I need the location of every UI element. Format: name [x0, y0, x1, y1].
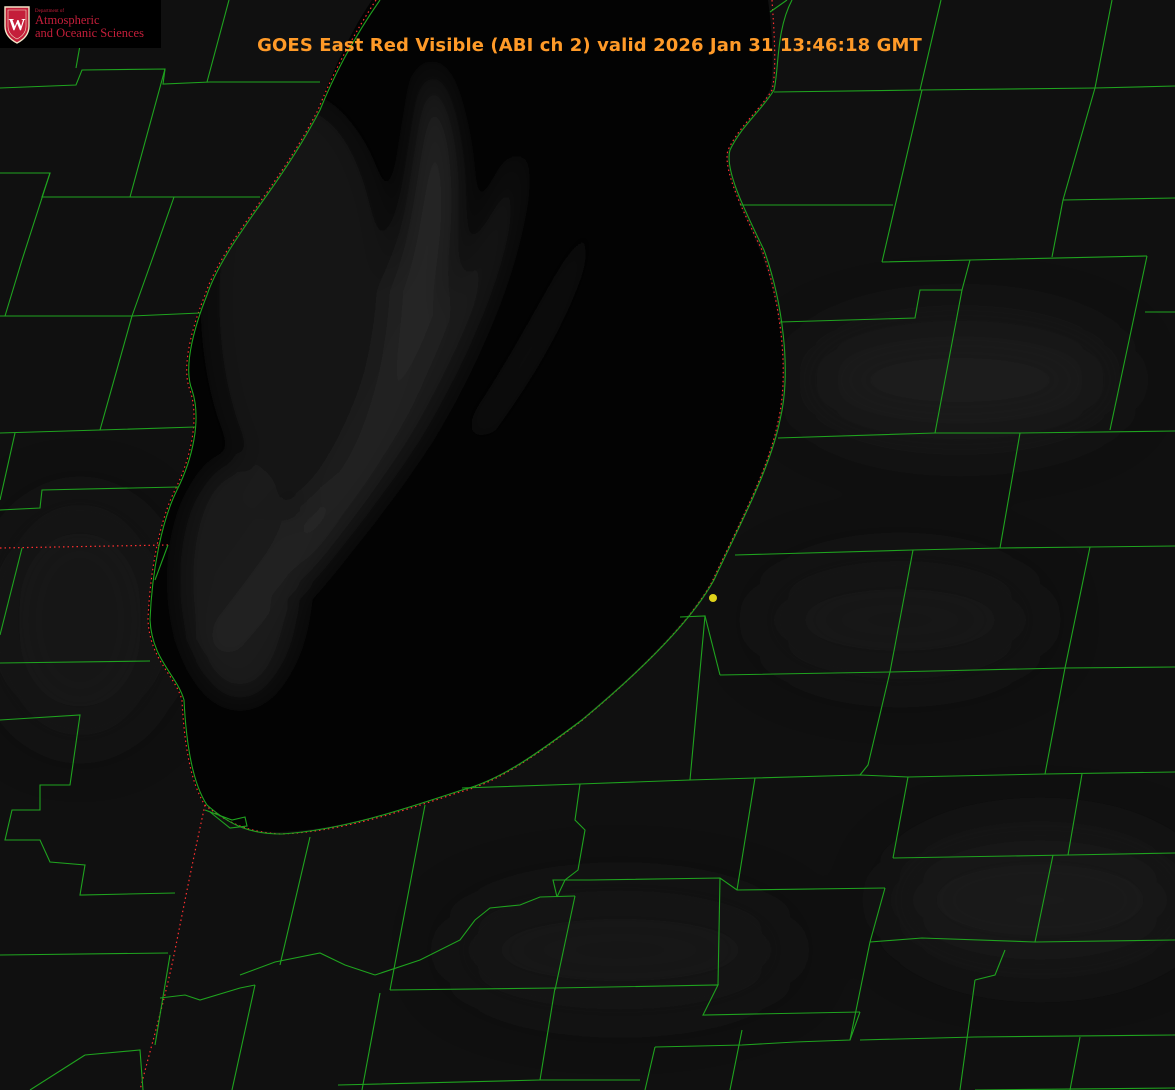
satellite-map[interactable]: W Department of Atmospheric and Oceanic …	[0, 0, 1175, 1090]
map-title: GOES East Red Visible (ABI ch 2) valid 2…	[257, 35, 922, 56]
station-marker[interactable]	[709, 594, 717, 602]
seal-letter: W	[9, 15, 26, 34]
